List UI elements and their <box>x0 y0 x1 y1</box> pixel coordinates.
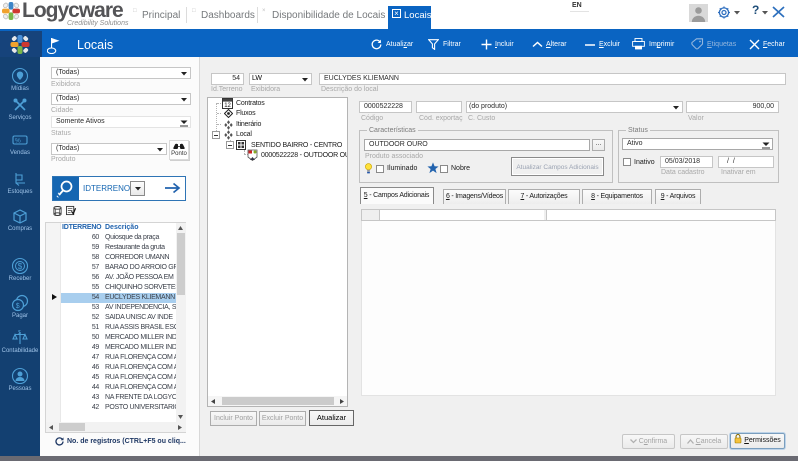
svg-text:$: $ <box>18 262 23 271</box>
svg-text:$: $ <box>16 303 20 310</box>
svg-text:$: $ <box>18 330 21 336</box>
svg-text:%: % <box>15 138 21 145</box>
